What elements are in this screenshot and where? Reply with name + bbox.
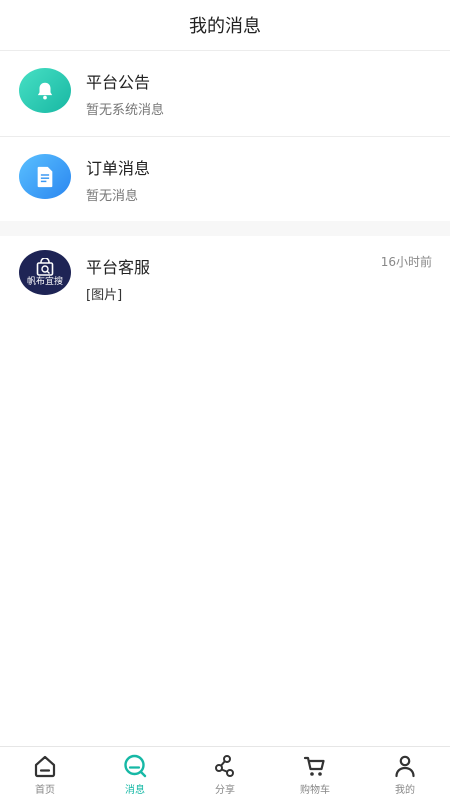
document-icon (19, 154, 71, 199)
tab-profile[interactable]: 我的 (360, 747, 450, 801)
bottom-tab-bar: 首页 消息 分享 购物车 我的 (0, 746, 450, 801)
cart-icon (303, 756, 325, 776)
message-icon (124, 754, 147, 778)
tab-share[interactable]: 分享 (180, 747, 270, 801)
tab-cart[interactable]: 购物车 (270, 747, 360, 801)
tab-messages[interactable]: 消息 (90, 747, 180, 801)
home-icon (34, 755, 56, 778)
brand-logo: 帆布宜搜 (19, 250, 71, 295)
shopping-bag-icon (36, 258, 54, 276)
tab-label: 分享 (215, 785, 235, 796)
chat-item-preview: [图片] (86, 288, 123, 303)
message-item-subtitle: 暂无消息 (86, 189, 139, 204)
user-icon (395, 755, 415, 778)
bell-icon (19, 68, 71, 113)
share-icon (215, 755, 234, 777)
tab-label: 我的 (395, 785, 415, 796)
chat-item-title: 平台客服 (86, 258, 151, 277)
message-item-orders[interactable]: 订单消息 暂无消息 (0, 136, 450, 221)
tab-home[interactable]: 首页 (0, 747, 90, 801)
message-item-title: 订单消息 (86, 159, 151, 178)
chat-list: 帆布宜搜 平台客服 [图片] 16小时前 (0, 236, 450, 746)
message-item-title: 平台公告 (86, 73, 151, 92)
message-item-announcement[interactable]: 平台公告 暂无系统消息 (0, 51, 450, 136)
page-title: 我的消息 (189, 16, 261, 37)
tab-label: 首页 (35, 785, 55, 796)
tab-label: 消息 (125, 785, 145, 796)
page-header: 我的消息 (0, 0, 450, 51)
chat-item-time: 16小时前 (380, 255, 432, 269)
tab-label: 购物车 (300, 785, 330, 796)
message-item-subtitle: 暂无系统消息 (86, 103, 165, 118)
brand-name: 帆布宜搜 (26, 277, 63, 287)
chat-item-customer-service[interactable]: 帆布宜搜 平台客服 [图片] 16小时前 (0, 236, 450, 316)
system-message-list: 平台公告 暂无系统消息 订单消息 暂无消息 (0, 51, 450, 221)
